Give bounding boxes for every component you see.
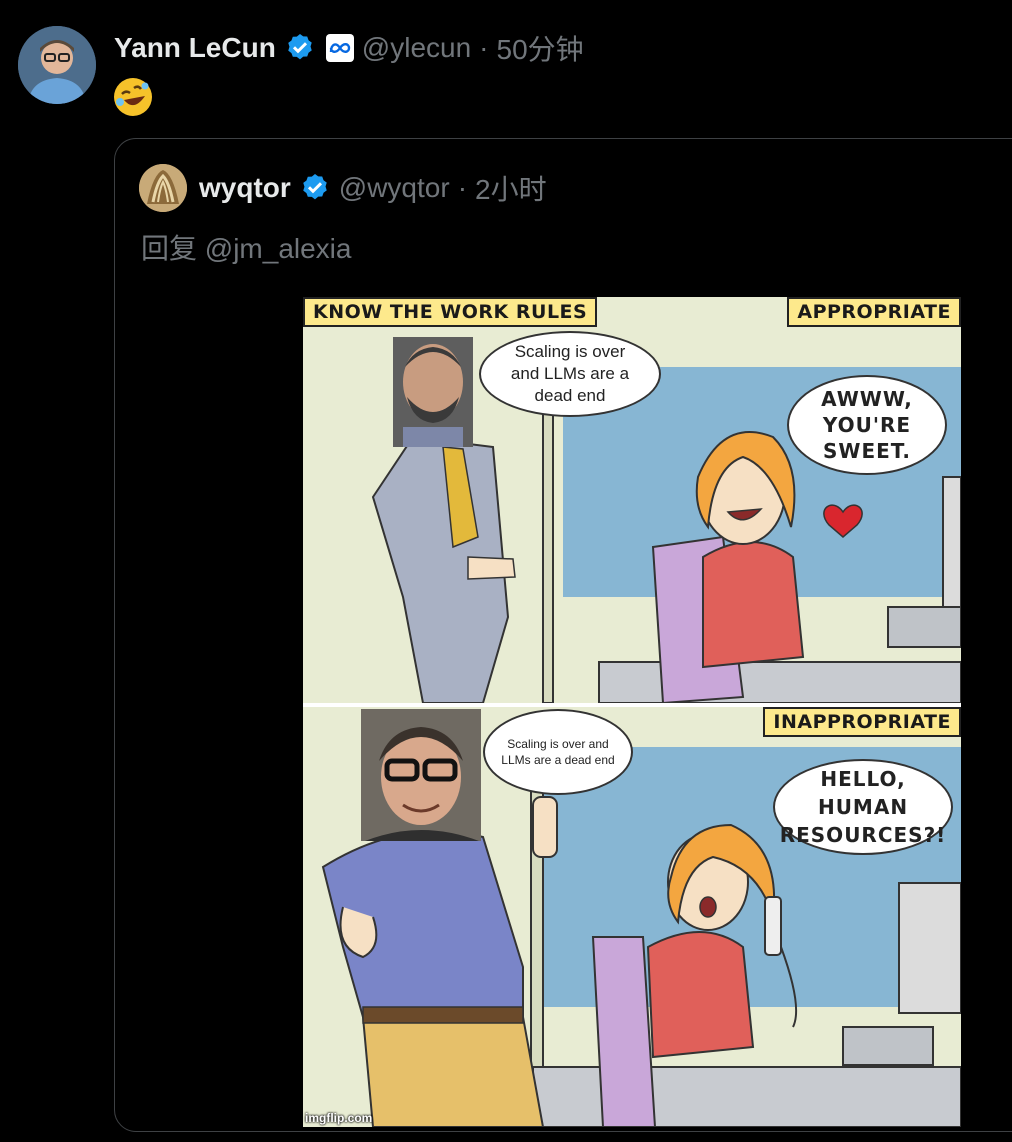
imgflip-watermark: imgflip.com bbox=[305, 1111, 373, 1125]
timestamp[interactable]: 50分钟 bbox=[497, 28, 584, 68]
meta-logo-icon[interactable] bbox=[325, 34, 354, 62]
quoted-timestamp[interactable]: 2小时 bbox=[475, 168, 547, 208]
comic-panel-appropriate: KNOW THE WORK RULES APPROPRIATE Scaling … bbox=[303, 297, 961, 703]
quoted-author-avatar[interactable] bbox=[139, 164, 187, 212]
quoted-author-handle[interactable]: @wyqtor bbox=[339, 172, 450, 204]
speech-bubble-1: Scaling is over and LLMs are a dead end bbox=[479, 331, 661, 417]
reply-bubble-2: HELLO, HUMAN RESOURCES?! bbox=[773, 759, 953, 855]
author-avatar[interactable] bbox=[18, 26, 96, 104]
speech-bubble-2: Scaling is over and LLMs are a dead end bbox=[483, 709, 633, 795]
separator-dot: · bbox=[457, 172, 468, 203]
panel-label-inappropriate: INAPPROPRIATE bbox=[763, 707, 961, 737]
verified-badge-icon[interactable] bbox=[284, 32, 316, 64]
author-name[interactable]: Yann LeCun bbox=[114, 32, 276, 64]
tweet-header: Yann LeCun @ylecun · 50分钟 bbox=[114, 28, 584, 68]
quoted-header: wyqtor @wyqtor · 2小时 bbox=[139, 163, 547, 213]
tweet: Yann LeCun @ylecun · 50分钟 wyqtor @wyqtor… bbox=[0, 0, 1012, 1142]
verified-badge-icon[interactable] bbox=[299, 172, 331, 204]
reply-bubble-1: AWWW, YOU'RE SWEET. bbox=[787, 375, 947, 475]
panel-label-appropriate: APPROPRIATE bbox=[787, 297, 961, 327]
comic-panel-inappropriate: INAPPROPRIATE Scaling is over and LLMs a… bbox=[303, 707, 961, 1127]
reply-to-line[interactable]: 回复 @jm_alexia bbox=[141, 227, 351, 267]
meme-image[interactable]: KNOW THE WORK RULES APPROPRIATE Scaling … bbox=[303, 297, 961, 1127]
comic-title-label: KNOW THE WORK RULES bbox=[303, 297, 598, 327]
tweet-text: 🤣 bbox=[114, 78, 152, 124]
quoted-tweet-card[interactable]: wyqtor @wyqtor · 2小时 回复 @jm_alexia KNOW … bbox=[114, 138, 1012, 1132]
rofl-emoji-icon bbox=[114, 78, 152, 116]
separator-dot: · bbox=[479, 32, 489, 63]
author-handle[interactable]: @ylecun bbox=[362, 32, 471, 64]
quoted-author-name[interactable]: wyqtor bbox=[199, 172, 291, 204]
